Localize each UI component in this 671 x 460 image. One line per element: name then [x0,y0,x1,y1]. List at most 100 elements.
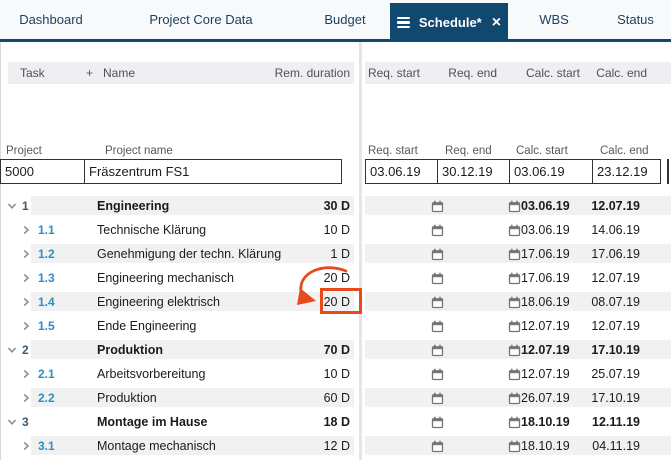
task-number[interactable]: 1.4 [38,290,55,314]
tab-budget[interactable]: Budget [300,0,390,39]
tab-project-core-data[interactable]: Project Core Data [102,0,300,39]
task-name-cell[interactable]: Montage mechanisch [97,434,216,458]
calc-start-cell: 26.07.19 [521,386,569,410]
chevron-right-icon[interactable] [21,362,31,386]
pane-divider[interactable] [354,42,365,460]
column-task[interactable]: Task [20,62,45,84]
project-id-field[interactable] [0,159,85,184]
chevron-right-icon[interactable] [21,314,31,338]
req-end-calendar-icon[interactable] [508,338,521,362]
req-end-calendar-icon[interactable] [508,266,521,290]
column-req-start[interactable]: Req. start [340,62,420,84]
chevron-down-icon[interactable] [7,194,17,218]
rem-duration-cell[interactable]: 18 D [270,410,350,434]
rem-duration-cell[interactable] [270,314,350,338]
task-number[interactable]: 3.1 [38,434,55,458]
req-start-calendar-icon[interactable] [431,338,444,362]
calc-end-cell: 14.06.19 [575,218,640,242]
req-end-calendar-icon[interactable] [508,194,521,218]
req-end-calendar-icon[interactable] [508,290,521,314]
req-start-calendar-icon[interactable] [431,242,444,266]
task-number[interactable]: 3 [22,410,29,434]
calc-end-cell: 12.07.19 [575,314,640,338]
req-end-calendar-icon[interactable] [508,362,521,386]
column-rem-duration[interactable]: Rem. duration [250,62,350,84]
task-number[interactable]: 2 [22,338,29,362]
tab-dashboard[interactable]: Dashboard [0,0,102,39]
req-start-calendar-icon[interactable] [431,386,444,410]
chevron-right-icon[interactable] [21,434,31,458]
rem-duration-cell[interactable]: 60 D [270,386,350,410]
chevron-right-icon[interactable] [21,290,31,314]
rem-duration-cell[interactable]: 30 D [270,194,350,218]
project-name-field[interactable] [84,159,342,184]
column-header-row: Task + Name Rem. duration Req. start Req… [8,62,671,84]
task-number[interactable]: 2.1 [38,362,55,386]
chevron-right-icon[interactable] [21,242,31,266]
task-name-cell[interactable]: Produktion [97,338,163,362]
req-end-calendar-icon[interactable] [508,434,521,458]
plus-button[interactable]: + [86,62,93,84]
active-tab-label: Schedule* [419,15,482,30]
task-name-cell[interactable]: Ende Engineering [97,314,196,338]
calc-start-cell: 18.06.19 [521,290,569,314]
label-project: Project [6,145,42,157]
calc-start-cell: 03.06.19 [521,194,569,218]
tab-wbs[interactable]: WBS [508,0,600,39]
req-start-calendar-icon[interactable] [431,218,444,242]
chevron-right-icon[interactable] [21,266,31,290]
req-start-calendar-icon[interactable] [431,290,444,314]
calc-end-cell: 17.10.19 [575,338,640,362]
req-end-calendar-icon[interactable] [508,386,521,410]
clipped-field-edge [667,159,669,184]
req-start-calendar-icon[interactable] [431,434,444,458]
rem-duration-cell[interactable]: 70 D [270,338,350,362]
rem-duration-cell[interactable]: 10 D [270,362,350,386]
calc-start-cell: 12.07.19 [521,338,569,362]
req-start-calendar-icon[interactable] [431,194,444,218]
column-name[interactable]: Name [103,62,135,84]
task-name-cell[interactable]: Genehmigung der techn. Klärung [97,242,281,266]
task-name-cell[interactable]: Arbeitsvorbereitung [97,362,205,386]
task-number[interactable]: 1.3 [38,266,55,290]
column-req-end[interactable]: Req. end [417,62,497,84]
task-name-cell[interactable]: Engineering [97,194,169,218]
hamburger-icon[interactable] [397,17,410,29]
chevron-right-icon[interactable] [21,218,31,242]
req-start-calendar-icon[interactable] [431,410,444,434]
calc-start-field[interactable] [509,159,593,184]
tab-schedule-active[interactable]: Schedule* × [390,3,508,42]
chevron-right-icon[interactable] [21,386,31,410]
req-end-calendar-icon[interactable] [508,242,521,266]
req-start-calendar-icon[interactable] [431,362,444,386]
task-number[interactable]: 1.2 [38,242,55,266]
schedule-window: Dashboard Project Core Data Budget WBS S… [0,0,671,460]
task-number[interactable]: 1.5 [38,314,55,338]
req-end-calendar-icon[interactable] [508,314,521,338]
rem-duration-cell[interactable]: 10 D [270,218,350,242]
req-end-calendar-icon[interactable] [508,410,521,434]
rem-duration-cell[interactable]: 12 D [270,434,350,458]
close-icon[interactable]: × [492,15,501,31]
calc-end-field[interactable] [592,159,661,184]
task-name-cell[interactable]: Engineering elektrisch [97,290,220,314]
chevron-down-icon[interactable] [7,338,17,362]
task-name-cell[interactable]: Engineering mechanisch [97,266,234,290]
task-row: 2.1Arbeitsvorbereitung10 D12.07.1925.07.… [0,362,671,386]
tab-status[interactable]: Status [600,0,671,39]
tab-bar: Dashboard Project Core Data Budget WBS S… [0,0,671,39]
task-number[interactable]: 1.1 [38,218,55,242]
task-name-cell[interactable]: Technische Klärung [97,218,206,242]
column-calc-end[interactable]: Calc. end [567,62,647,84]
label-calc-start: Calc. start [516,145,568,157]
req-end-field[interactable] [437,159,510,184]
req-start-calendar-icon[interactable] [431,266,444,290]
task-name-cell[interactable]: Montage im Hause [97,410,207,434]
req-start-field[interactable] [365,159,438,184]
chevron-down-icon[interactable] [7,410,17,434]
req-start-calendar-icon[interactable] [431,314,444,338]
task-number[interactable]: 1 [22,194,29,218]
task-number[interactable]: 2.2 [38,386,55,410]
req-end-calendar-icon[interactable] [508,218,521,242]
task-name-cell[interactable]: Produktion [97,386,157,410]
